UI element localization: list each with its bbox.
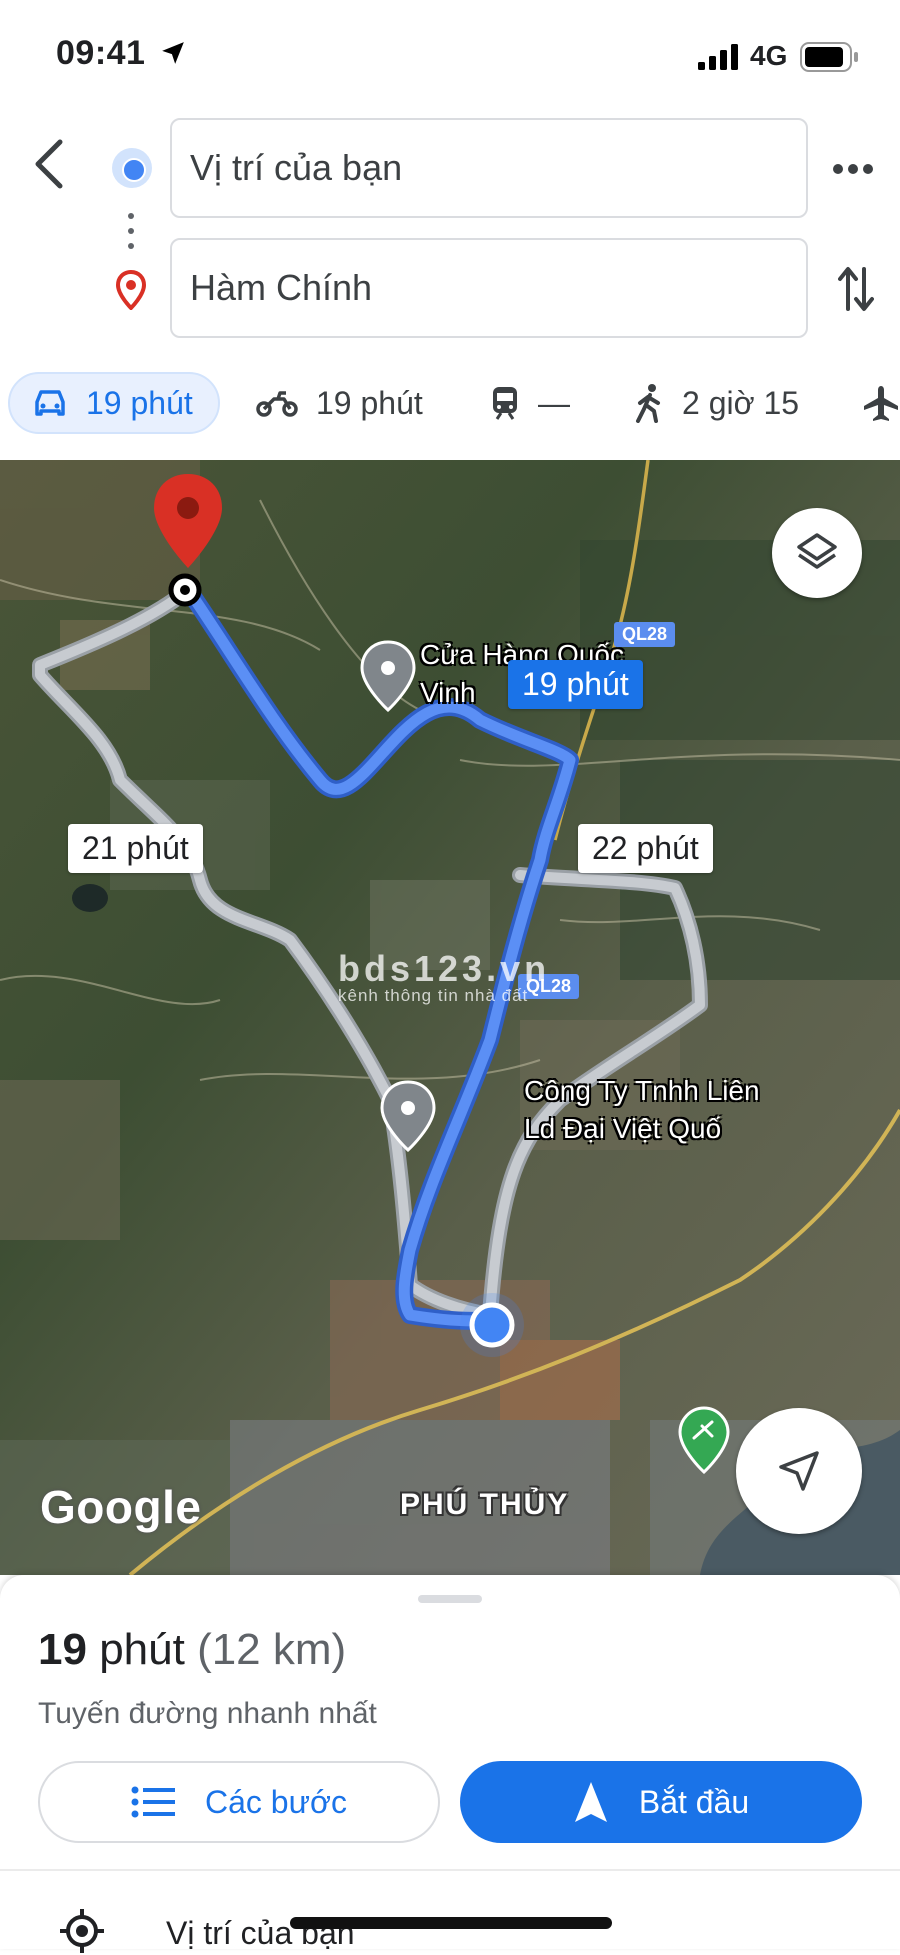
route-bottom-sheet[interactable]: 19 phút (12 km) Tuyến đường nhanh nhất C… bbox=[0, 1575, 900, 1953]
origin-dot-icon bbox=[112, 148, 152, 188]
status-bar: 09:41 4G bbox=[0, 0, 900, 110]
distance: (12 km) bbox=[197, 1625, 347, 1674]
tab-flights[interactable] bbox=[862, 372, 900, 434]
poi-company-label[interactable]: Công Ty Tnhh Liên Ld Đại Việt Quố bbox=[524, 1072, 760, 1148]
watermark: bds123.vn kênh thông tin nhà đất bbox=[338, 948, 550, 1006]
route-label-alt-left[interactable]: 21 phút bbox=[68, 824, 203, 873]
route-description: Tuyến đường nhanh nhất bbox=[38, 1697, 377, 1730]
location-arrow-icon bbox=[162, 42, 184, 64]
network-type: 4G bbox=[750, 40, 788, 71]
route-dot bbox=[128, 243, 134, 249]
origin-field[interactable]: Vị trí của bạn bbox=[170, 118, 808, 218]
home-indicator[interactable] bbox=[290, 1917, 612, 1929]
motorbike-icon bbox=[256, 391, 298, 417]
signal-icon bbox=[698, 44, 738, 70]
tab-transit[interactable]: — bbox=[490, 372, 570, 434]
swap-icon[interactable] bbox=[838, 265, 874, 313]
route-dot bbox=[128, 213, 134, 219]
poi-line: Ld Đại Việt Quố bbox=[524, 1113, 722, 1144]
start-label: Bắt đầu bbox=[638, 1783, 750, 1820]
tab-motorbike[interactable]: 19 phút bbox=[256, 372, 423, 434]
steps-label: Các bước bbox=[205, 1783, 347, 1820]
status-time: 09:41 bbox=[56, 34, 146, 72]
battery-icon bbox=[800, 42, 858, 72]
tab-driving[interactable]: 19 phút bbox=[8, 372, 220, 434]
route-label-main[interactable]: 19 phút bbox=[508, 660, 643, 709]
car-icon bbox=[35, 390, 65, 416]
divider bbox=[0, 1869, 900, 1871]
drag-handle[interactable] bbox=[418, 1595, 482, 1603]
navigation-start-icon bbox=[574, 1782, 607, 1822]
navigation-arrow-icon bbox=[779, 1451, 819, 1491]
destination-field[interactable]: Hàm Chính bbox=[170, 238, 808, 338]
tab-label: 19 phút bbox=[316, 384, 423, 421]
duration-number: 19 bbox=[38, 1625, 87, 1674]
list-icon bbox=[131, 1786, 175, 1818]
destination-pin-icon bbox=[115, 270, 147, 310]
district-label: PHÚ THỦY bbox=[400, 1488, 570, 1521]
duration-unit: phút bbox=[99, 1625, 185, 1674]
recenter-button[interactable] bbox=[736, 1408, 862, 1534]
tab-label: 2 giờ 15 bbox=[682, 384, 800, 421]
steps-button[interactable]: Các bước bbox=[38, 1761, 440, 1843]
route-summary: 19 phút (12 km) bbox=[38, 1625, 346, 1675]
google-logo: Google bbox=[40, 1481, 202, 1533]
map-canvas bbox=[0, 460, 900, 1575]
tab-label: — bbox=[538, 384, 570, 421]
route-label-alt-right[interactable]: 22 phút bbox=[578, 824, 713, 873]
poi-line: Công Ty Tnhh Liên bbox=[524, 1075, 760, 1106]
layers-icon bbox=[797, 533, 837, 569]
route-dot bbox=[128, 228, 134, 234]
walk-icon bbox=[636, 384, 660, 423]
start-button[interactable]: Bắt đầu bbox=[460, 1761, 862, 1843]
more-options-icon[interactable] bbox=[833, 163, 873, 175]
travel-mode-tabs: 19 phút 19 phút — 2 giờ 15 bbox=[0, 372, 900, 446]
map-view[interactable]: QL28 QL28 Cửa Hàng Quốc Vinh Công Ty Tnh… bbox=[0, 460, 900, 1575]
watermark-main: bds123.vn bbox=[338, 948, 551, 989]
back-arrow-icon[interactable] bbox=[30, 136, 70, 192]
layers-button[interactable] bbox=[772, 508, 862, 598]
tab-walking[interactable]: 2 giờ 15 bbox=[634, 372, 799, 434]
tab-label: 19 phút bbox=[86, 384, 193, 421]
train-icon bbox=[493, 387, 517, 420]
plane-icon bbox=[864, 386, 898, 421]
watermark-sub: kênh thông tin nhà đất bbox=[338, 986, 529, 1005]
my-location-icon bbox=[60, 1909, 104, 1953]
